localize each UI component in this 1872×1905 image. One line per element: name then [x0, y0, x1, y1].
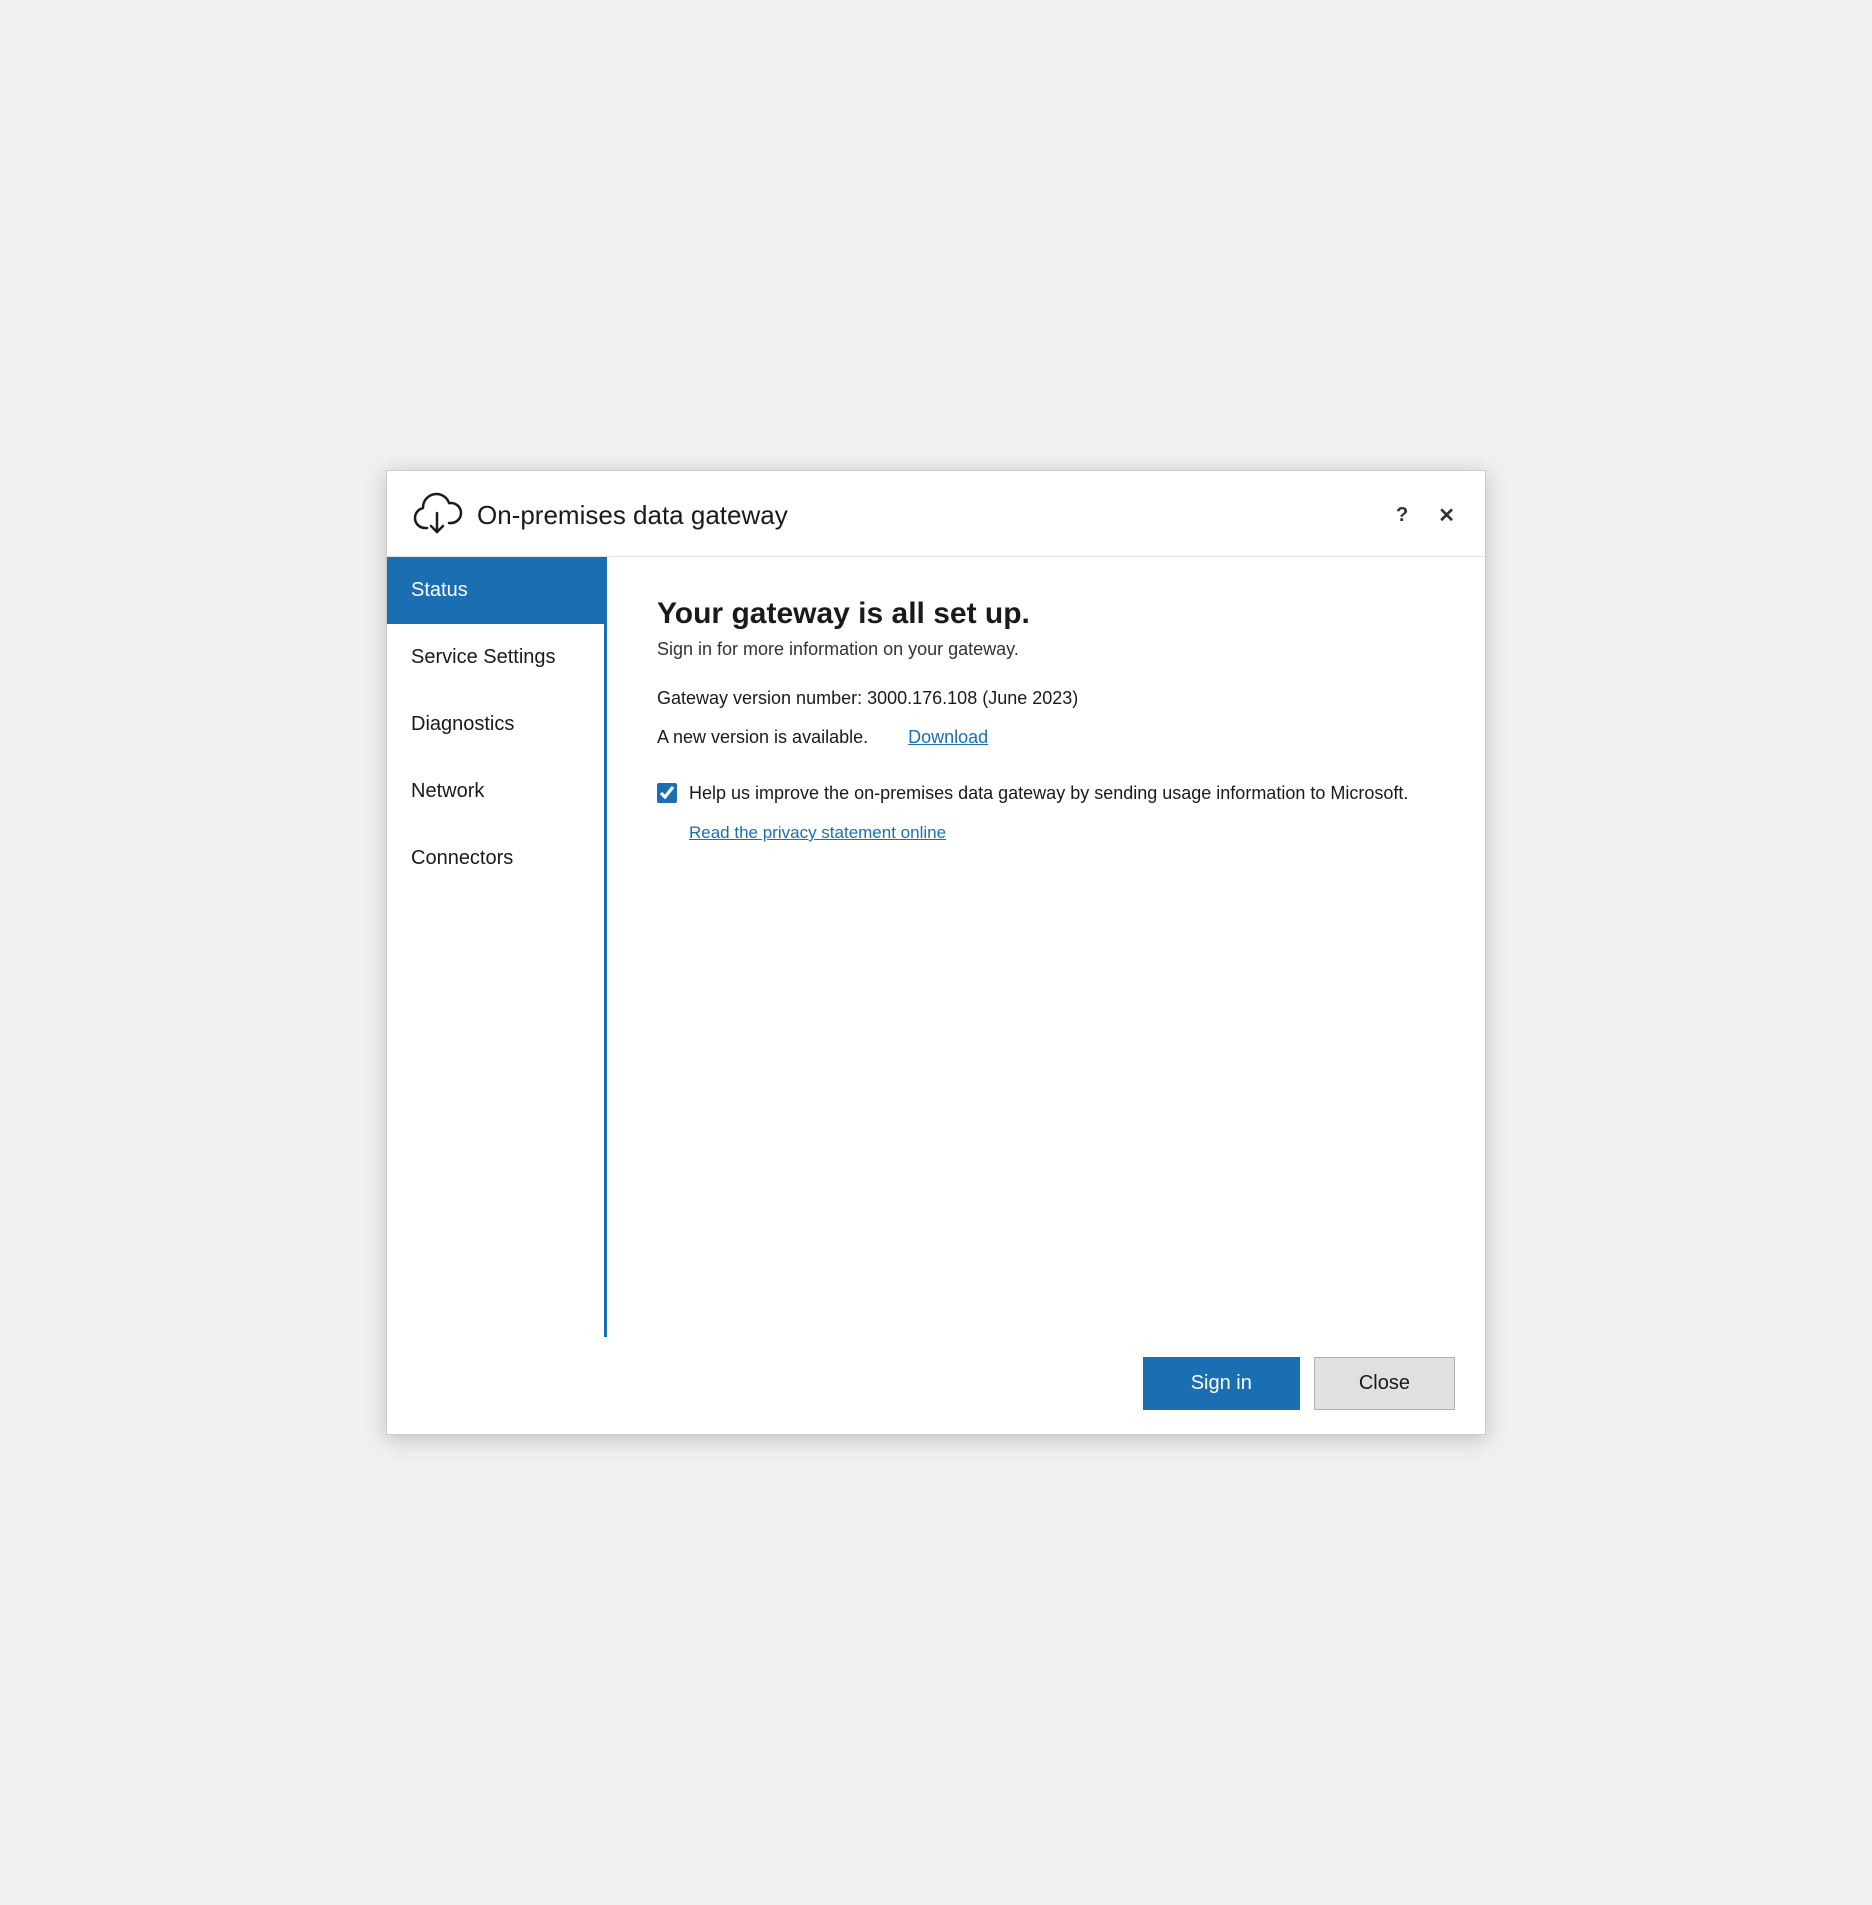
window-close-button[interactable]: ✕ [1432, 501, 1461, 530]
help-button[interactable]: ? [1390, 502, 1414, 529]
update-row: A new version is available. Download [657, 727, 1435, 748]
title-bar: On-premises data gateway ? ✕ [387, 471, 1485, 557]
main-content: Status Service Settings Diagnostics Netw… [387, 557, 1485, 1337]
version-info: Gateway version number: 3000.176.108 (Ju… [657, 688, 1435, 709]
checkbox-label: Help us improve the on-premises data gat… [689, 780, 1408, 807]
privacy-link[interactable]: Read the privacy statement online [689, 823, 1435, 843]
sidebar-item-network[interactable]: Network [387, 758, 604, 825]
app-title: On-premises data gateway [477, 500, 788, 531]
main-window: On-premises data gateway ? ✕ Status Serv… [386, 470, 1486, 1435]
checkbox-section: Help us improve the on-premises data gat… [657, 780, 1435, 807]
close-button[interactable]: Close [1314, 1357, 1455, 1410]
gateway-subtext: Sign in for more information on your gat… [657, 639, 1435, 660]
title-controls: ? ✕ [1390, 501, 1461, 530]
gateway-heading: Your gateway is all set up. [657, 597, 1435, 631]
title-left: On-premises data gateway [411, 489, 788, 542]
sidebar-item-status[interactable]: Status [387, 557, 604, 624]
sidebar: Status Service Settings Diagnostics Netw… [387, 557, 607, 1337]
cloud-upload-icon [411, 489, 463, 542]
content-area: Your gateway is all set up. Sign in for … [607, 557, 1485, 1337]
sidebar-item-connectors[interactable]: Connectors [387, 825, 604, 892]
usage-info-checkbox[interactable] [657, 783, 677, 803]
download-link[interactable]: Download [908, 727, 988, 748]
footer: Sign in Close [387, 1337, 1485, 1434]
update-text: A new version is available. [657, 727, 868, 748]
signin-button[interactable]: Sign in [1143, 1357, 1300, 1410]
sidebar-item-diagnostics[interactable]: Diagnostics [387, 691, 604, 758]
sidebar-item-service-settings[interactable]: Service Settings [387, 624, 604, 691]
